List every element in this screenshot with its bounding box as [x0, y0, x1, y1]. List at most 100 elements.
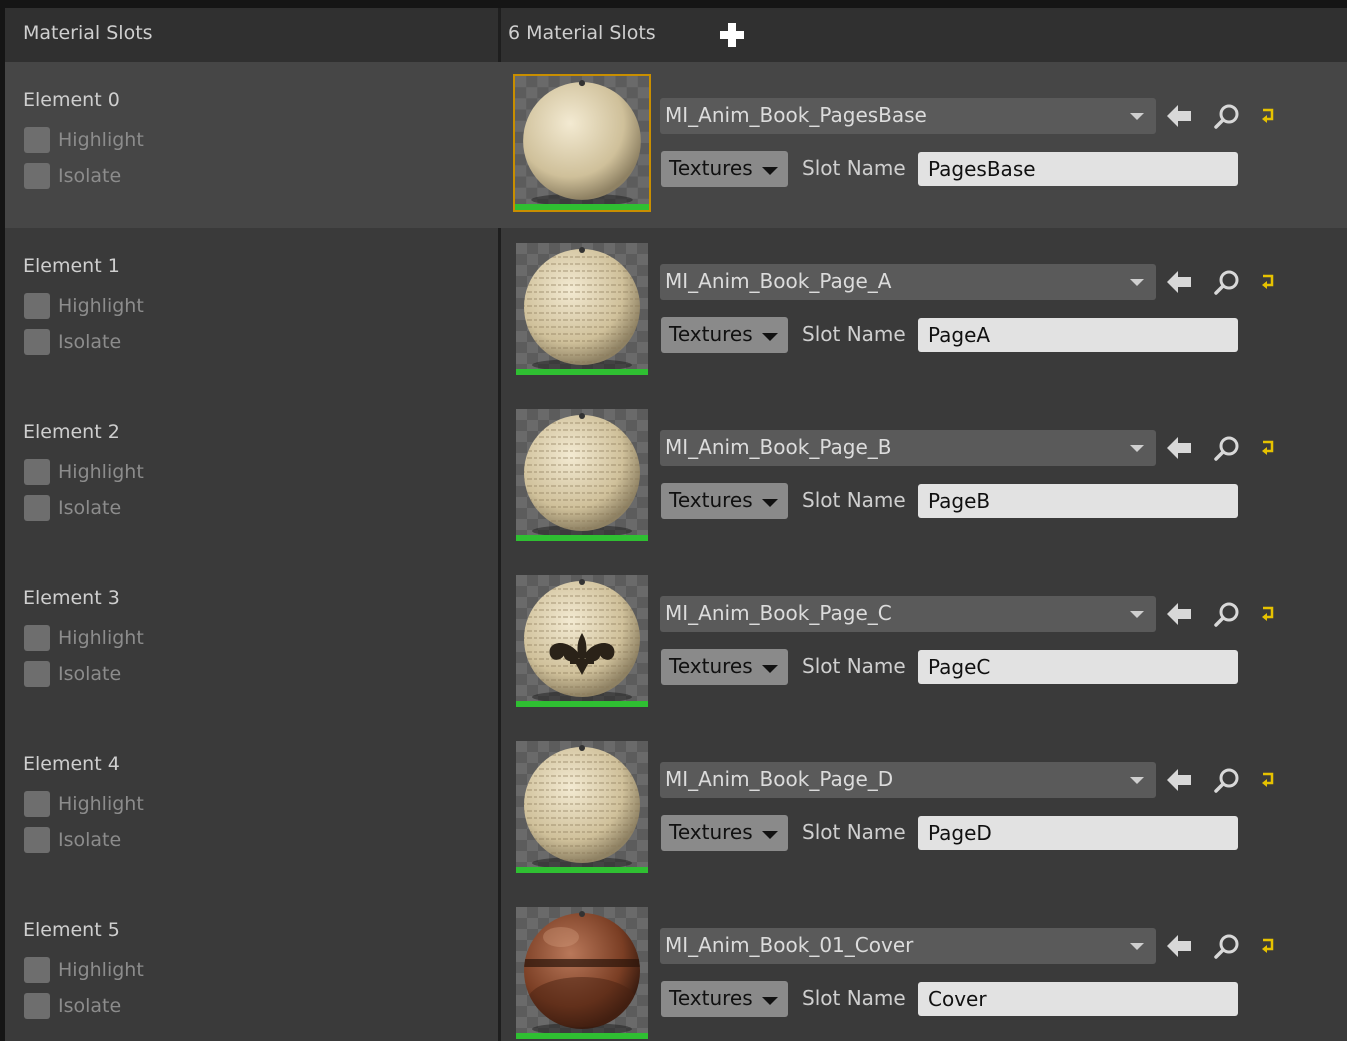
material-thumbnail[interactable]: [516, 907, 648, 1039]
browse-asset-button[interactable]: [1213, 932, 1241, 960]
browse-asset-button[interactable]: [1213, 268, 1241, 296]
reset-to-default-button[interactable]: [1259, 768, 1279, 790]
highlight-checkbox[interactable]: [24, 957, 50, 983]
use-selected-asset-button[interactable]: [1165, 932, 1193, 960]
highlight-checkbox[interactable]: [24, 127, 50, 153]
material-slots-title: Material Slots: [23, 22, 153, 44]
isolate-label: Isolate: [58, 165, 122, 187]
search-icon: [1214, 104, 1239, 129]
reset-arrow-icon: [1262, 772, 1274, 787]
textures-label: Textures: [669, 156, 753, 180]
material-combo[interactable]: MI_Anim_Book_Page_B: [660, 430, 1156, 466]
search-icon: [1214, 602, 1239, 627]
highlight-label: Highlight: [58, 793, 144, 815]
material-combo[interactable]: MI_Anim_Book_Page_A: [660, 264, 1156, 300]
slot-name-input[interactable]: [918, 318, 1238, 352]
material-combo[interactable]: MI_Anim_Book_Page_C: [660, 596, 1156, 632]
slot-name-input[interactable]: [918, 152, 1238, 186]
element-label: Element 2: [23, 421, 120, 443]
dropdown-arrow-icon: [1130, 445, 1144, 452]
reset-to-default-button[interactable]: [1259, 436, 1279, 458]
reset-arrow-icon: [1262, 440, 1274, 455]
thumbnail-status-bar: [515, 204, 649, 210]
highlight-checkbox[interactable]: [24, 459, 50, 485]
use-selected-asset-button[interactable]: [1165, 600, 1193, 628]
highlight-label: Highlight: [58, 129, 144, 151]
slot-name-label: Slot Name: [802, 488, 906, 512]
browse-asset-button[interactable]: [1213, 600, 1241, 628]
material-thumbnail[interactable]: [516, 409, 648, 541]
isolate-checkbox-row[interactable]: Isolate: [24, 826, 121, 854]
material-name: MI_Anim_Book_Page_A: [665, 269, 892, 293]
highlight-checkbox-row[interactable]: Highlight: [24, 126, 144, 154]
material-combo[interactable]: MI_Anim_Book_PagesBase: [660, 98, 1156, 134]
highlight-checkbox-row[interactable]: Highlight: [24, 292, 144, 320]
material-thumbnail[interactable]: [516, 741, 648, 873]
use-selected-asset-button[interactable]: [1165, 434, 1193, 462]
highlight-checkbox-row[interactable]: Highlight: [24, 790, 144, 818]
material-slot-row: Element 2 Highlight Isolate MI_Anim_Book…: [5, 394, 1347, 560]
thumbnail-status-bar: [516, 535, 648, 541]
textures-label: Textures: [669, 986, 753, 1010]
material-combo[interactable]: MI_Anim_Book_Page_D: [660, 762, 1156, 798]
use-selected-asset-button[interactable]: [1165, 766, 1193, 794]
browse-asset-button[interactable]: [1213, 766, 1241, 794]
highlight-checkbox-row[interactable]: Highlight: [24, 956, 144, 984]
highlight-checkbox[interactable]: [24, 293, 50, 319]
textures-dropdown[interactable]: Textures: [661, 649, 788, 685]
isolate-checkbox-row[interactable]: Isolate: [24, 494, 121, 522]
textures-dropdown[interactable]: Textures: [661, 815, 788, 851]
isolate-checkbox-row[interactable]: Isolate: [24, 660, 121, 688]
material-sphere-preview: [516, 741, 648, 873]
reset-to-default-button[interactable]: [1259, 104, 1279, 126]
browse-asset-button[interactable]: [1213, 434, 1241, 462]
reset-arrow-icon: [1262, 938, 1274, 953]
element-label: Element 4: [23, 753, 120, 775]
textures-dropdown[interactable]: Textures: [661, 317, 788, 353]
material-combo[interactable]: MI_Anim_Book_01_Cover: [660, 928, 1156, 964]
highlight-checkbox-row[interactable]: Highlight: [24, 624, 144, 652]
material-thumbnail[interactable]: [516, 575, 648, 707]
isolate-checkbox-row[interactable]: Isolate: [24, 328, 121, 356]
material-sphere-preview: [516, 907, 648, 1039]
textures-dropdown[interactable]: Textures: [661, 483, 788, 519]
slot-name-label: Slot Name: [802, 654, 906, 678]
search-icon: [1214, 768, 1239, 793]
material-thumbnail[interactable]: [513, 74, 651, 212]
reset-to-default-button[interactable]: [1259, 934, 1279, 956]
highlight-checkbox[interactable]: [24, 791, 50, 817]
isolate-checkbox[interactable]: [24, 993, 50, 1019]
slot-name-input[interactable]: [918, 650, 1238, 684]
browse-asset-button[interactable]: [1213, 102, 1241, 130]
reset-to-default-button[interactable]: [1259, 270, 1279, 292]
material-slot-row: Element 3 Highlight Isolate MI_Anim_Book…: [5, 560, 1347, 726]
highlight-checkbox[interactable]: [24, 625, 50, 651]
dropdown-arrow-icon: [762, 499, 778, 507]
isolate-checkbox-row[interactable]: Isolate: [24, 992, 121, 1020]
isolate-checkbox-row[interactable]: Isolate: [24, 162, 121, 190]
isolate-checkbox[interactable]: [24, 163, 50, 189]
element-label: Element 0: [23, 89, 120, 111]
slot-name-label: Slot Name: [802, 156, 906, 180]
slot-name-input[interactable]: [918, 484, 1238, 518]
material-thumbnail[interactable]: [516, 243, 648, 375]
material-slot-row: Element 5 Highlight Isolate MI_Anim_Book…: [5, 892, 1347, 1041]
material-slot-row: Element 0 Highlight Isolate MI_Anim_Book…: [5, 62, 1347, 228]
textures-label: Textures: [669, 488, 753, 512]
add-slot-button[interactable]: [717, 20, 747, 50]
slot-name-input[interactable]: [918, 982, 1238, 1016]
use-selected-asset-button[interactable]: [1165, 102, 1193, 130]
thumbnail-status-bar: [516, 1033, 648, 1039]
dropdown-arrow-icon: [762, 167, 778, 175]
slot-name-input[interactable]: [918, 816, 1238, 850]
isolate-checkbox[interactable]: [24, 827, 50, 853]
isolate-checkbox[interactable]: [24, 329, 50, 355]
use-selected-asset-button[interactable]: [1165, 268, 1193, 296]
textures-dropdown[interactable]: Textures: [661, 151, 788, 187]
textures-dropdown[interactable]: Textures: [661, 981, 788, 1017]
dropdown-arrow-icon: [762, 831, 778, 839]
isolate-checkbox[interactable]: [24, 661, 50, 687]
isolate-checkbox[interactable]: [24, 495, 50, 521]
reset-to-default-button[interactable]: [1259, 602, 1279, 624]
highlight-checkbox-row[interactable]: Highlight: [24, 458, 144, 486]
